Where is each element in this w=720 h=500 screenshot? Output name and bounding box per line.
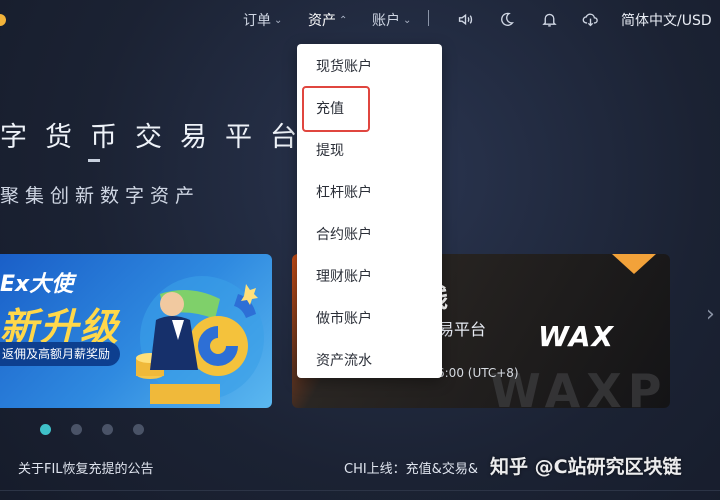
announcement-fil[interactable]: 关于FIL恢复充提的公告 [18,458,154,477]
carousel-next-icon[interactable]: › [706,302,715,327]
menu-item-margin-account[interactable]: 杠杆账户 [316,182,372,202]
nav-assets-label: 资产 [308,13,336,29]
bell-icon[interactable] [540,10,558,28]
banner-ambassador[interactable]: Ex大使 新升级 返佣及高额月薪奖励 [0,254,272,408]
chevron-down-icon: ⌄ [274,14,283,26]
menu-item-asset-history[interactable]: 资产流水 [316,350,372,370]
nav-assets[interactable]: 资产 ⌃ [308,10,347,30]
language-currency-selector[interactable]: 简体中文/USD [621,10,712,30]
carousel-dot[interactable] [102,424,113,435]
menu-item-finance-account[interactable]: 理财账户 [316,266,372,286]
watermark: 知乎 @C站研究区块链 [490,456,682,478]
carousel-indicators [40,424,144,435]
nav-divider [428,10,429,26]
volume-icon[interactable] [456,10,474,28]
banner-right-time: 6:00 (UTC+8) [437,366,519,380]
banner-left-title: Ex大使 [0,272,74,297]
nav-orders-label: 订单 [243,13,271,29]
announcement-chi[interactable]: CHI上线：充值&交易& [344,458,478,477]
headline-underline [88,159,100,162]
menu-item-spot-account[interactable]: 现货账户 [316,56,372,76]
top-navigation: 订单 ⌄ 资产 ⌃ 账户 ⌄ 简体中文/USD [0,0,720,40]
menu-item-withdraw[interactable]: 提现 [316,140,344,160]
wax-logo: WAX [538,320,615,353]
moon-icon[interactable] [497,10,515,28]
cloud-download-icon[interactable] [581,10,599,28]
chevron-up-icon: ⌃ [339,14,348,26]
menu-item-contract-account[interactable]: 合约账户 [316,224,372,244]
carousel-dot[interactable] [71,424,82,435]
nav-orders[interactable]: 订单 ⌄ [243,10,282,30]
chevron-down-icon: ⌄ [403,14,412,26]
nav-account-label: 账户 [372,13,400,29]
carousel-dot[interactable] [133,424,144,435]
ticker-divider [0,490,720,491]
hero-subtitle: 聚集创新数字资产 [0,185,201,207]
hero-headline: 字货币交易平台 [0,122,315,153]
carousel-dot[interactable] [40,424,51,435]
banner-left-pill: 返佣及高额月薪奖励 [0,342,121,366]
banner-corner-decoration [612,254,656,274]
menu-item-market-maker-account[interactable]: 做市账户 [316,308,372,328]
logo[interactable] [0,14,6,26]
ambassador-illustration [136,276,264,404]
menu-item-deposit[interactable]: 充值 [316,98,344,118]
nav-account[interactable]: 账户 ⌄ [372,10,411,30]
assets-dropdown-menu: 现货账户 充值 提现 杠杆账户 合约账户 理财账户 做市账户 资产流水 [297,44,442,378]
